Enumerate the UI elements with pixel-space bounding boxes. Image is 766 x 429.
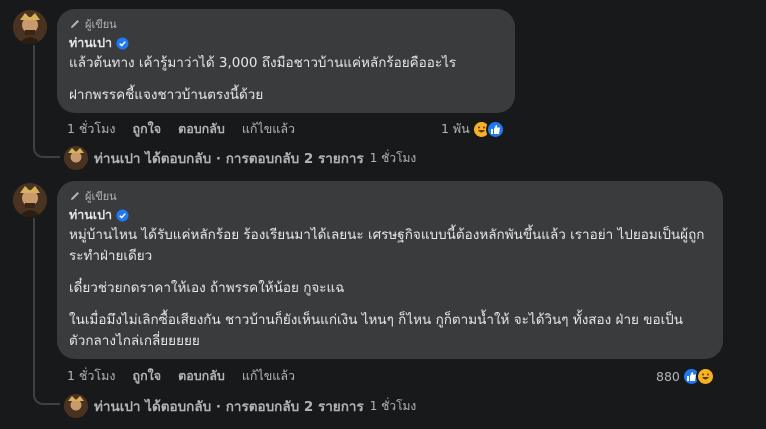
author-name[interactable]: ท่านเปา: [69, 33, 112, 53]
view-replies-link[interactable]: ท่านเปา ได้ตอบกลับ · การตอบกลับ 2 รายการ…: [64, 146, 416, 170]
comment-text: แล้วต้นทาง เค้ารู้มาว่าได้ 3,000 ถึงมือช…: [69, 55, 457, 71]
like-button[interactable]: ถูกใจ: [133, 366, 162, 386]
comment-time[interactable]: 1 ชั่วโมง: [67, 119, 116, 139]
pencil-icon: [71, 192, 79, 200]
reply-avatar: [64, 394, 88, 418]
verified-badge-icon: [116, 208, 129, 222]
thread-connector: [33, 45, 60, 158]
reply-avatar: [64, 146, 88, 170]
comment-text: หมู่บ้านไหน ได้รับแค่หลักร้อย ร้องเรียนม…: [69, 227, 705, 264]
reply-button[interactable]: ตอบกลับ: [178, 366, 225, 386]
comment-time[interactable]: 1 ชั่วโมง: [67, 366, 116, 386]
replies-summary[interactable]: ท่านเปา ได้ตอบกลับ · การตอบกลับ 2 รายการ: [94, 147, 364, 169]
avatar[interactable]: [13, 183, 47, 217]
avatar[interactable]: [13, 10, 47, 44]
reaction-count: 880: [656, 368, 680, 384]
replies-time: 1 ชั่วโมง: [369, 150, 417, 165]
comment-text: ในเมื่อมึงไม่เลิกซื้อเสียงกัน ชาวบ้านก็ย…: [69, 312, 683, 349]
edited-label[interactable]: แก้ไขแล้ว: [242, 366, 295, 386]
reaction-summary[interactable]: 880: [656, 365, 715, 387]
comment-actions: 1 ชั่วโมง ถูกใจ ตอบกลับ แก้ไขแล้ว: [67, 366, 295, 386]
comment-text: ฝากพรรคชี้แจงชาวบ้านตรงนี้ด้วย: [69, 87, 264, 103]
comment-actions: 1 ชั่วโมง ถูกใจ ตอบกลับ แก้ไขแล้ว: [67, 119, 295, 139]
author-name[interactable]: ท่านเปา: [69, 205, 112, 225]
comment-bubble: ผู้เขียน ท่านเปา หมู่บ้านไหน ได้รับแค่หล…: [57, 181, 723, 359]
replies-time: 1 ชั่วโมง: [369, 398, 417, 413]
author-role-badge: ผู้เขียน: [69, 189, 711, 203]
reaction-count: 1 พัน: [441, 121, 470, 136]
edited-label[interactable]: แก้ไขแล้ว: [242, 119, 295, 139]
pencil-icon: [71, 20, 79, 28]
author-role-badge: ผู้เขียน: [69, 17, 503, 31]
role-label: ผู้เขียน: [85, 18, 117, 31]
replies-summary[interactable]: ท่านเปา ได้ตอบกลับ · การตอบกลับ 2 รายการ: [94, 395, 364, 417]
comment-text: เดี๋ยวช่วยกดราคาให้เอง ถ้าพรรคให้น้อย กู…: [69, 280, 345, 296]
like-reaction-icon: [485, 119, 505, 139]
like-button[interactable]: ถูกใจ: [133, 119, 162, 139]
comment-bubble: ผู้เขียน ท่านเปา แล้วต้นทาง เค้ารู้มาว่า…: [57, 9, 515, 113]
reaction-summary[interactable]: 1 พัน: [441, 118, 505, 140]
verified-badge-icon: [116, 36, 129, 50]
reply-button[interactable]: ตอบกลับ: [178, 119, 225, 139]
haha-reaction-icon: [695, 366, 715, 386]
role-label: ผู้เขียน: [85, 190, 117, 203]
view-replies-link[interactable]: ท่านเปา ได้ตอบกลับ · การตอบกลับ 2 รายการ…: [64, 394, 416, 418]
thread-connector: [33, 218, 60, 405]
